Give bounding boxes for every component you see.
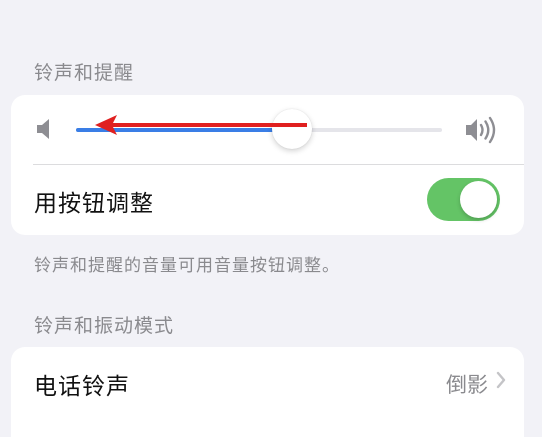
ringtone-row[interactable]: 电话铃声 倒影: [11, 347, 524, 437]
divider: [33, 164, 524, 165]
toggle-knob: [460, 181, 497, 218]
patterns-section-header: 铃声和振动模式: [34, 315, 175, 337]
ringer-footnote: 铃声和提醒的音量可用音量按钮调整。: [34, 256, 340, 276]
ringer-card: 用按钮调整: [11, 95, 524, 235]
change-with-buttons-label: 用按钮调整: [34, 191, 154, 217]
ringtone-value: 倒影: [446, 373, 488, 397]
change-with-buttons-toggle[interactable]: [427, 178, 500, 221]
speaker-low-icon: [37, 119, 49, 139]
red-arrow-annotation: [95, 115, 307, 135]
ringtone-label: 电话铃声: [34, 374, 130, 400]
speaker-high-icon: [466, 116, 496, 144]
ringer-volume-row: [11, 95, 524, 164]
chevron-right-icon: [496, 371, 506, 389]
ringer-section-header: 铃声和提醒: [34, 62, 135, 84]
